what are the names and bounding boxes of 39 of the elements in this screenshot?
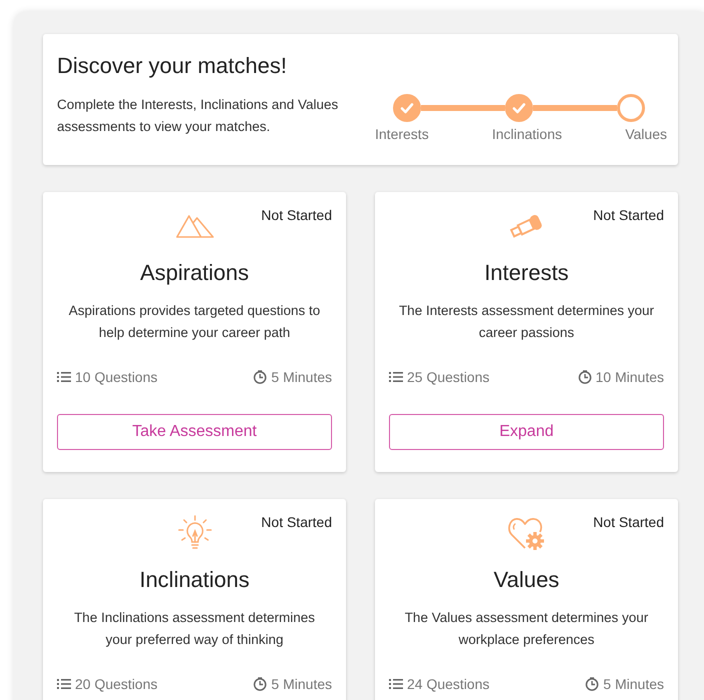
status-label: Not Started (261, 513, 332, 531)
question-count: 25 Questions (407, 369, 490, 385)
status-label: Not Started (593, 513, 664, 531)
list-icon (389, 678, 403, 690)
card-title: Inclinations (138, 566, 251, 594)
timer-icon (253, 677, 268, 691)
list-icon (389, 371, 403, 383)
question-count: 20 Questions (75, 676, 158, 692)
card-title: Interests (483, 259, 570, 287)
instructions-text: Complete the Interests, Inclinations and Values assessments to view your matches. (57, 96, 340, 136)
card-description: The Interests assessment determines your career passions (398, 302, 656, 342)
card-description: Aspirations provides targeted questions to help determine your career path (68, 302, 322, 342)
step-label: Inclinations (492, 126, 562, 142)
check-mark (511, 100, 527, 116)
lightbulb-icon (176, 514, 214, 552)
duration-text: 5 Minutes (603, 676, 664, 692)
list-icon (57, 371, 71, 383)
assessment-button[interactable]: Expand (389, 414, 664, 450)
check-mark (399, 100, 415, 116)
card-description: The Inclinations assessment determines your preferred way of thinking (73, 609, 316, 649)
mountains-icon (174, 213, 214, 239)
question-count: 10 Questions (75, 369, 158, 385)
step-label: Values (625, 126, 667, 142)
timer-icon (253, 370, 268, 384)
question-count: 24 Questions (407, 676, 490, 692)
timer-icon (585, 677, 600, 691)
status-label: Not Started (261, 206, 332, 224)
duration-text: 5 Minutes (271, 676, 332, 692)
list-icon (57, 678, 71, 690)
status-label: Not Started (593, 206, 664, 224)
timer-icon (578, 370, 592, 384)
duration-text: 5 Minutes (271, 369, 332, 385)
assessment-button[interactable]: Take Assessment (57, 414, 332, 450)
step-label: Interests (375, 126, 429, 142)
card-description: The Values assessment determines your workplace preferences (404, 609, 650, 649)
card-title: Values (492, 566, 560, 594)
duration-text: 10 Minutes (596, 369, 664, 385)
page-heading: Discover your matches! (57, 52, 288, 80)
card-title: Aspirations (139, 259, 250, 287)
